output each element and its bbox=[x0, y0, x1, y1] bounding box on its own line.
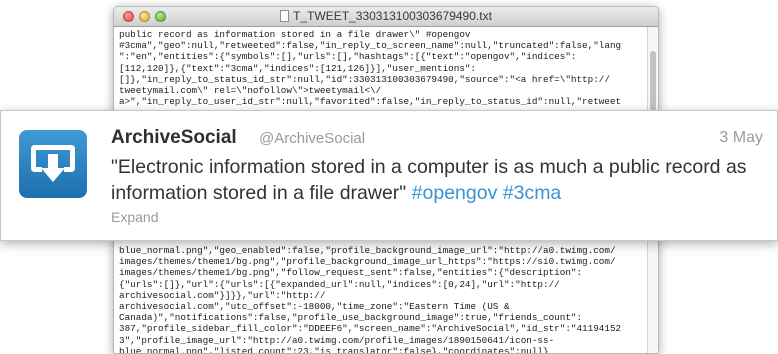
tweet-card[interactable]: ArchiveSocial @ArchiveSocial 3 May "Elec… bbox=[0, 110, 778, 241]
file-content-top[interactable]: public record as information stored in a… bbox=[119, 29, 639, 107]
hashtag-link[interactable]: #3cma bbox=[503, 182, 562, 204]
file-line: 387,"profile_sidebar_fill_color":"DDEEF6… bbox=[119, 323, 622, 335]
window-titlebar[interactable]: T_TWEET_330313100303679490.txt bbox=[114, 7, 658, 27]
avatar[interactable] bbox=[19, 130, 87, 198]
file-line: public record as information stored in a… bbox=[119, 29, 471, 40]
document-icon bbox=[280, 10, 290, 22]
hashtag-link[interactable]: #opengov bbox=[412, 182, 498, 204]
file-line: tweetymail.com\" rel=\"nofollow\">tweety… bbox=[119, 85, 382, 97]
file-line: 3","profile_image_url":"http://a0.twimg.… bbox=[119, 334, 555, 346]
file-line: Canada)","notifications":false,"profile_… bbox=[119, 312, 583, 324]
file-line: [112,120]},{"text":"3cma","indices":[121… bbox=[119, 62, 477, 74]
archive-download-icon bbox=[31, 145, 75, 182]
file-line: a>","in_reply_to_user_id_str":null,"favo… bbox=[119, 96, 622, 108]
file-line: []},"in_reply_to_status_id_str":null,"id… bbox=[119, 73, 610, 85]
expand-link[interactable]: Expand bbox=[111, 209, 158, 225]
file-line: #3cma","geo":null,"retweeted":false,"in_… bbox=[119, 40, 622, 52]
file-content-bottom[interactable]: blue_normal.png","geo_enabled":false,"pr… bbox=[119, 245, 639, 354]
file-line: images/themes/theme1/bg.png","profile_ba… bbox=[119, 256, 616, 268]
file-line: images/themes/theme1/bg.png","follow_req… bbox=[119, 267, 583, 279]
window-title-text: T_TWEET_330313100303679490.txt bbox=[293, 9, 492, 23]
file-line: ":"en","entities":{"symbols":[],"urls":[… bbox=[119, 51, 577, 63]
tweet-date[interactable]: 3 May bbox=[719, 129, 763, 147]
tweet-text: "Electronic information stored in a comp… bbox=[111, 154, 761, 206]
tweet-author-handle[interactable]: @ArchiveSocial bbox=[259, 130, 365, 147]
window-title: T_TWEET_330313100303679490.txt bbox=[114, 9, 658, 23]
file-line: archivesocial.com"}]}},"url":"http:// bbox=[119, 289, 326, 301]
file-line: blue_normal.png","geo_enabled":false,"pr… bbox=[119, 245, 616, 256]
scrollbar-thumb[interactable] bbox=[650, 51, 656, 111]
tweet-author-name[interactable]: ArchiveSocial bbox=[111, 127, 237, 149]
file-line: archivesocial.com","utc_offset":-18000,"… bbox=[119, 301, 510, 313]
file-line: blue_normal.png","listed_count":23,"is_t… bbox=[119, 345, 549, 354]
file-line: {"urls":[]},"url":{"urls":[{"expanded_ur… bbox=[119, 278, 560, 290]
